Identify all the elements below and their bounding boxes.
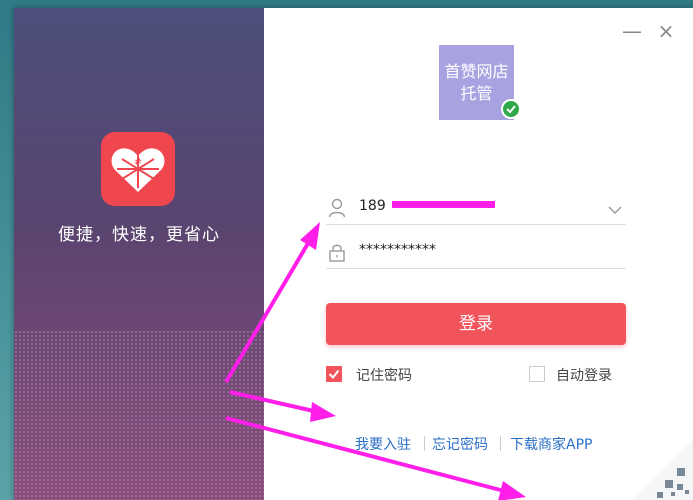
username-field[interactable]: 189 [326, 194, 626, 225]
user-icon [328, 198, 346, 218]
remember-password-label: 记住密码 [356, 368, 412, 384]
chevron-down-icon[interactable] [608, 200, 622, 214]
link-divider [424, 436, 425, 451]
brand-panel: # 便捷，快速，更省心 [14, 8, 264, 500]
svg-text:#: # [134, 157, 142, 168]
qr-code-icon[interactable] [633, 440, 693, 500]
avatar-text-line1: 首赞网店 [444, 61, 509, 81]
download-app-link[interactable]: 下载商家APP [510, 434, 592, 454]
redaction-mark [392, 201, 495, 208]
lock-icon [328, 242, 346, 262]
auto-login-checkbox[interactable] [529, 366, 545, 382]
close-button[interactable]: × [655, 20, 677, 42]
forgot-password-link[interactable]: 忘记密码 [432, 434, 488, 454]
join-link[interactable]: 我要入驻 [355, 434, 411, 454]
remember-password-checkbox[interactable] [326, 366, 342, 382]
login-button[interactable]: 登录 [326, 303, 626, 345]
login-panel: — × 首赞网店 托管 189 *********** 登录 记住密码 自动登录… [264, 8, 693, 500]
brand-tagline: 便捷，快速，更省心 [58, 225, 220, 245]
auto-login-label: 自动登录 [556, 368, 612, 384]
password-field[interactable]: *********** [326, 238, 626, 269]
app-logo-icon: # [101, 132, 175, 206]
username-value: 189 [359, 198, 386, 214]
link-divider [500, 436, 501, 451]
minimize-button[interactable]: — [621, 20, 643, 42]
dot-pattern [14, 330, 264, 500]
avatar-text-line2: 托管 [460, 83, 493, 103]
password-value: *********** [359, 242, 436, 258]
login-window: # 便捷，快速，更省心 — × 首赞网店 托管 189 *********** … [14, 8, 693, 500]
verified-check-icon [501, 99, 521, 119]
